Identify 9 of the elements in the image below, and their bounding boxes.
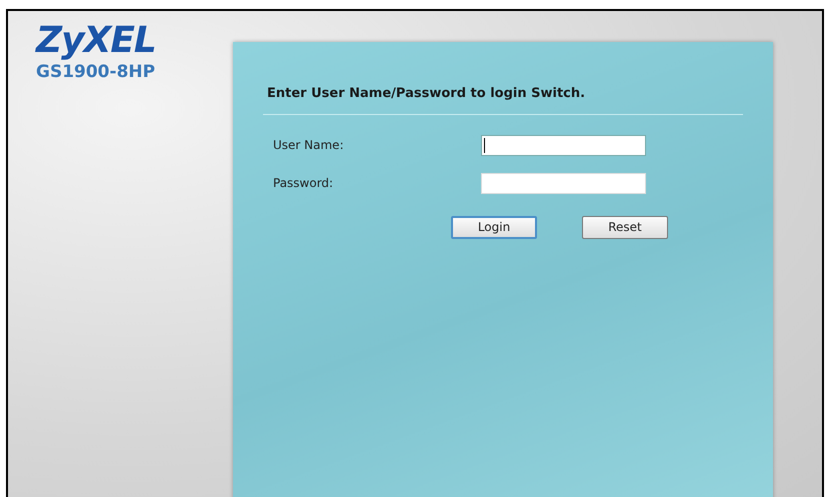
login-heading: Enter User Name/Password to login Switch. xyxy=(263,84,743,114)
text-caret-icon xyxy=(484,138,485,152)
brand-logo: ZyXEL xyxy=(36,21,157,61)
model-name: GS1900-8HP xyxy=(36,61,156,83)
field-label: User Name: xyxy=(273,137,345,154)
form-button[interactable]: Reset xyxy=(582,216,668,238)
input-field[interactable] xyxy=(481,134,646,156)
field-label: Password: xyxy=(273,175,334,192)
form-button[interactable]: Login xyxy=(451,216,537,238)
